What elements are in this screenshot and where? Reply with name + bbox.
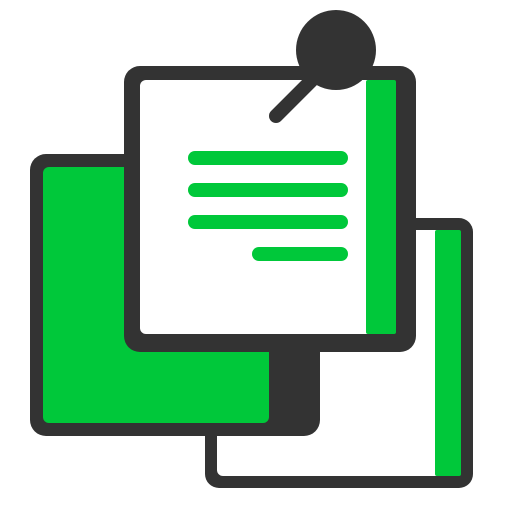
front-document-page: [140, 80, 396, 334]
text-line: [188, 183, 348, 197]
text-line-short: [252, 247, 348, 261]
back-right-document-green-strip: [435, 230, 461, 476]
text-line: [188, 151, 348, 165]
pinned-documents-icon: [30, 10, 473, 488]
front-document: [124, 66, 416, 352]
pushpin-head: [296, 10, 376, 90]
icon-canvas: [0, 0, 512, 512]
text-line: [188, 215, 348, 229]
front-document-green-strip: [366, 80, 396, 334]
